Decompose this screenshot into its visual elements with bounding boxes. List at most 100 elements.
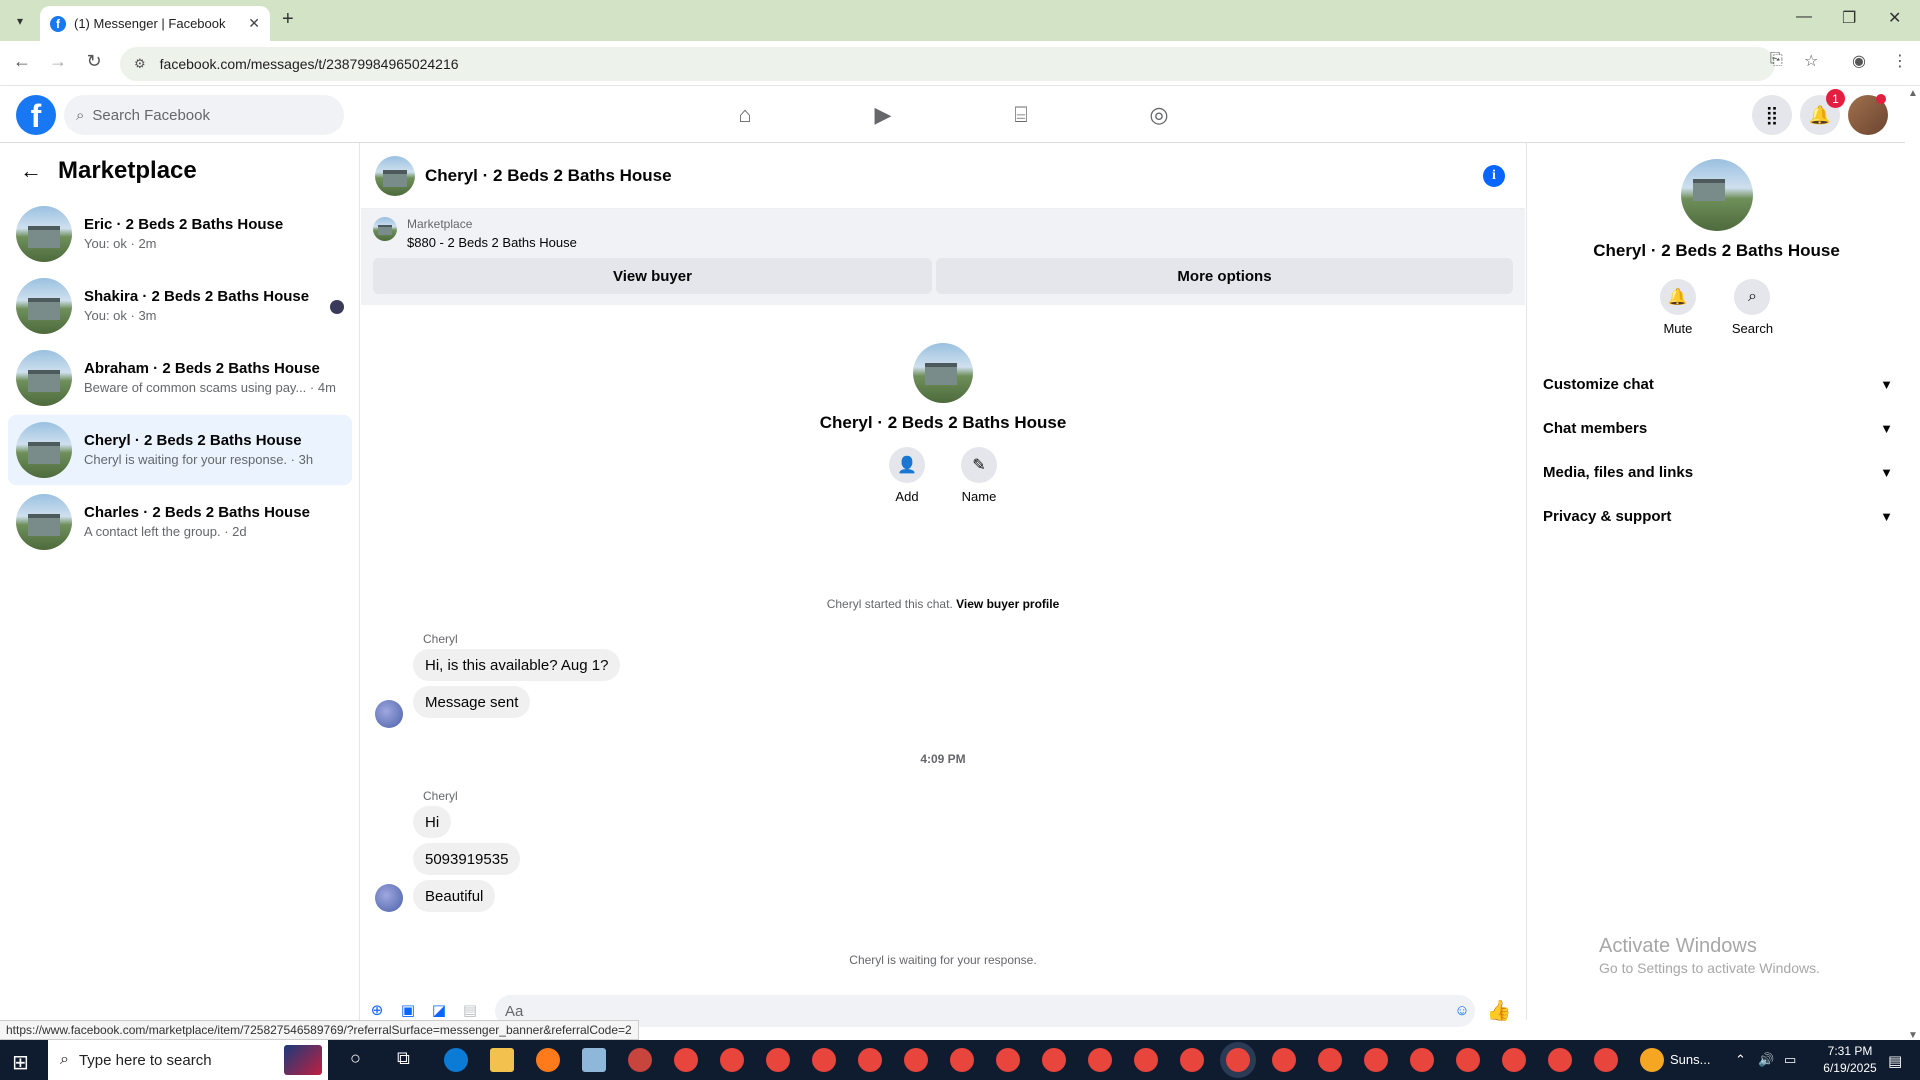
marketplace-icon[interactable]: ⌸: [1004, 98, 1038, 132]
cortana-icon[interactable]: ○: [350, 1048, 361, 1069]
listing-thumbnail[interactable]: [373, 217, 397, 241]
volume-icon[interactable]: 🔊: [1758, 1052, 1774, 1068]
weather-text[interactable]: Suns...: [1670, 1052, 1710, 1067]
chrome-icon[interactable]: [1410, 1048, 1434, 1072]
chrome-icon[interactable]: [720, 1048, 744, 1072]
install-app-icon[interactable]: ⎘: [1770, 51, 1783, 69]
task-view-icon[interactable]: ⧉: [397, 1048, 410, 1069]
conversation-item-active[interactable]: Cheryl · 2 Beds 2 Baths House Cheryl is …: [8, 415, 352, 485]
tab-close-icon[interactable]: ✕: [248, 15, 260, 32]
home-icon[interactable]: ⌂: [728, 98, 762, 132]
close-window-icon[interactable]: ✕: [1888, 8, 1901, 28]
thumbs-up-icon[interactable]: 👍: [1487, 999, 1512, 1022]
listing-thumbnail: [16, 350, 72, 406]
address-bar[interactable]: ⚙ facebook.com/messages/t/23879984965024…: [120, 47, 1775, 81]
chrome-icon[interactable]: [766, 1048, 790, 1072]
weather-sun-icon[interactable]: [1640, 1048, 1664, 1072]
groups-icon[interactable]: ◎: [1142, 98, 1176, 132]
menu-grid-icon[interactable]: ⣿: [1752, 95, 1792, 135]
conversation-item[interactable]: Charles · 2 Beds 2 Baths House A contact…: [8, 487, 352, 557]
search-in-chat-button[interactable]: ⌕ Search: [1732, 279, 1773, 336]
chrome-icon[interactable]: [950, 1048, 974, 1072]
chrome-icon[interactable]: [1088, 1048, 1112, 1072]
view-buyer-button[interactable]: View buyer: [373, 258, 932, 294]
back-arrow-icon[interactable]: ←: [20, 158, 42, 184]
windows-start-icon[interactable]: ⊞: [12, 1050, 29, 1075]
chrome-icon[interactable]: [1548, 1048, 1572, 1072]
new-tab-icon[interactable]: +: [282, 8, 294, 31]
taskbar-clock[interactable]: 7:31 PM 6/19/2025: [1815, 1043, 1885, 1077]
chat-thumbnail[interactable]: [375, 155, 415, 196]
bookmark-star-icon[interactable]: ☆: [1804, 51, 1818, 71]
chrome-icon[interactable]: [858, 1048, 882, 1072]
message-bubble[interactable]: Beautiful: [413, 880, 496, 912]
conversation-item[interactable]: Abraham · 2 Beds 2 Baths House Beware of…: [8, 343, 352, 413]
chrome-icon[interactable]: [1272, 1048, 1296, 1072]
action-center-icon[interactable]: ▤: [1888, 1052, 1902, 1070]
chrome-icon[interactable]: [1318, 1048, 1342, 1072]
forward-icon[interactable]: →: [46, 51, 70, 72]
plus-circle-icon[interactable]: ⊕: [366, 999, 388, 1021]
chrome-icon[interactable]: [1456, 1048, 1480, 1072]
message-bubble[interactable]: Message sent: [413, 686, 531, 718]
chrome-icon[interactable]: [996, 1048, 1020, 1072]
chrome-icon[interactable]: [1042, 1048, 1066, 1072]
reload-icon[interactable]: ↻: [82, 51, 106, 72]
chrome-icon[interactable]: [1134, 1048, 1158, 1072]
message-bubble[interactable]: Hi, is this available? Aug 1?: [413, 649, 621, 681]
chrome-icon[interactable]: [674, 1048, 698, 1072]
add-member-button[interactable]: 👤 Add: [889, 447, 925, 504]
file-explorer-icon[interactable]: [490, 1048, 514, 1072]
browser-menu-icon[interactable]: ⋮: [1892, 51, 1908, 71]
minimize-icon[interactable]: —: [1796, 8, 1812, 26]
media-files-links-section[interactable]: Media, files and links ▼: [1543, 452, 1893, 492]
emoji-icon[interactable]: ☺: [1451, 999, 1473, 1021]
group-photo[interactable]: [1680, 159, 1753, 231]
conversation-item[interactable]: Eric · 2 Beds 2 Baths House You: ok · 2m: [8, 199, 352, 269]
chrome-icon[interactable]: [1180, 1048, 1204, 1072]
chrome-icon[interactable]: [1364, 1048, 1388, 1072]
message-bubble[interactable]: 5093919535: [413, 843, 521, 875]
network-icon[interactable]: ▭: [1784, 1052, 1796, 1068]
mute-button[interactable]: 🔔 Mute: [1659, 279, 1696, 336]
notepad-icon[interactable]: [582, 1048, 606, 1072]
customize-chat-section[interactable]: Customize chat ▼: [1543, 364, 1893, 404]
sender-avatar[interactable]: [375, 700, 403, 728]
gif-icon[interactable]: ▤: [459, 999, 481, 1021]
view-buyer-profile-link[interactable]: View buyer profile: [956, 597, 1059, 611]
info-icon[interactable]: i: [1483, 165, 1505, 187]
chrome-icon[interactable]: [1502, 1048, 1526, 1072]
privacy-support-section[interactable]: Privacy & support ▼: [1543, 496, 1893, 536]
tab-search-chevron-icon[interactable]: ▾: [8, 9, 32, 33]
chat-members-section[interactable]: Chat members ▼: [1543, 408, 1893, 448]
chat-title[interactable]: Cheryl · 2 Beds 2 Baths House: [425, 166, 672, 186]
chrome-icon[interactable]: [812, 1048, 836, 1072]
firefox-icon[interactable]: [536, 1048, 560, 1072]
site-info-icon[interactable]: ⚙: [134, 56, 146, 72]
listing-title[interactable]: $880 - 2 Beds 2 Baths House: [407, 235, 577, 250]
conversation-item[interactable]: Shakira · 2 Beds 2 Baths House You: ok ·…: [8, 271, 352, 341]
profile-icon[interactable]: ◉: [1852, 51, 1866, 71]
search-highlight-icon[interactable]: [284, 1045, 322, 1075]
back-icon[interactable]: ←: [10, 51, 34, 72]
sender-avatar[interactable]: [375, 884, 403, 912]
edge-icon[interactable]: [444, 1048, 468, 1072]
sticker-icon[interactable]: ◪: [428, 999, 450, 1021]
rename-button[interactable]: ✎ Name: [961, 447, 997, 504]
tray-chevron-icon[interactable]: ⌃: [1735, 1052, 1746, 1068]
video-icon[interactable]: ▶: [866, 98, 900, 132]
browser-tab[interactable]: f (1) Messenger | Facebook ✕: [40, 6, 270, 41]
chrome-icon-active[interactable]: [1226, 1048, 1250, 1072]
app-icon[interactable]: [628, 1048, 652, 1072]
chrome-icon[interactable]: [1594, 1048, 1618, 1072]
scroll-up-arrow-icon[interactable]: ▲: [1908, 88, 1918, 99]
more-options-button[interactable]: More options: [936, 258, 1513, 294]
facebook-search-input[interactable]: ⌕ Search Facebook: [64, 95, 344, 135]
photo-icon[interactable]: ▣: [397, 999, 419, 1021]
restore-icon[interactable]: ❐: [1842, 8, 1856, 28]
facebook-logo-icon[interactable]: f: [16, 95, 56, 135]
message-bubble[interactable]: Hi: [413, 806, 452, 838]
page-scrollbar[interactable]: ▲ ▼: [1905, 86, 1920, 1050]
message-input[interactable]: Aa: [495, 995, 1475, 1027]
chrome-icon[interactable]: [904, 1048, 928, 1072]
